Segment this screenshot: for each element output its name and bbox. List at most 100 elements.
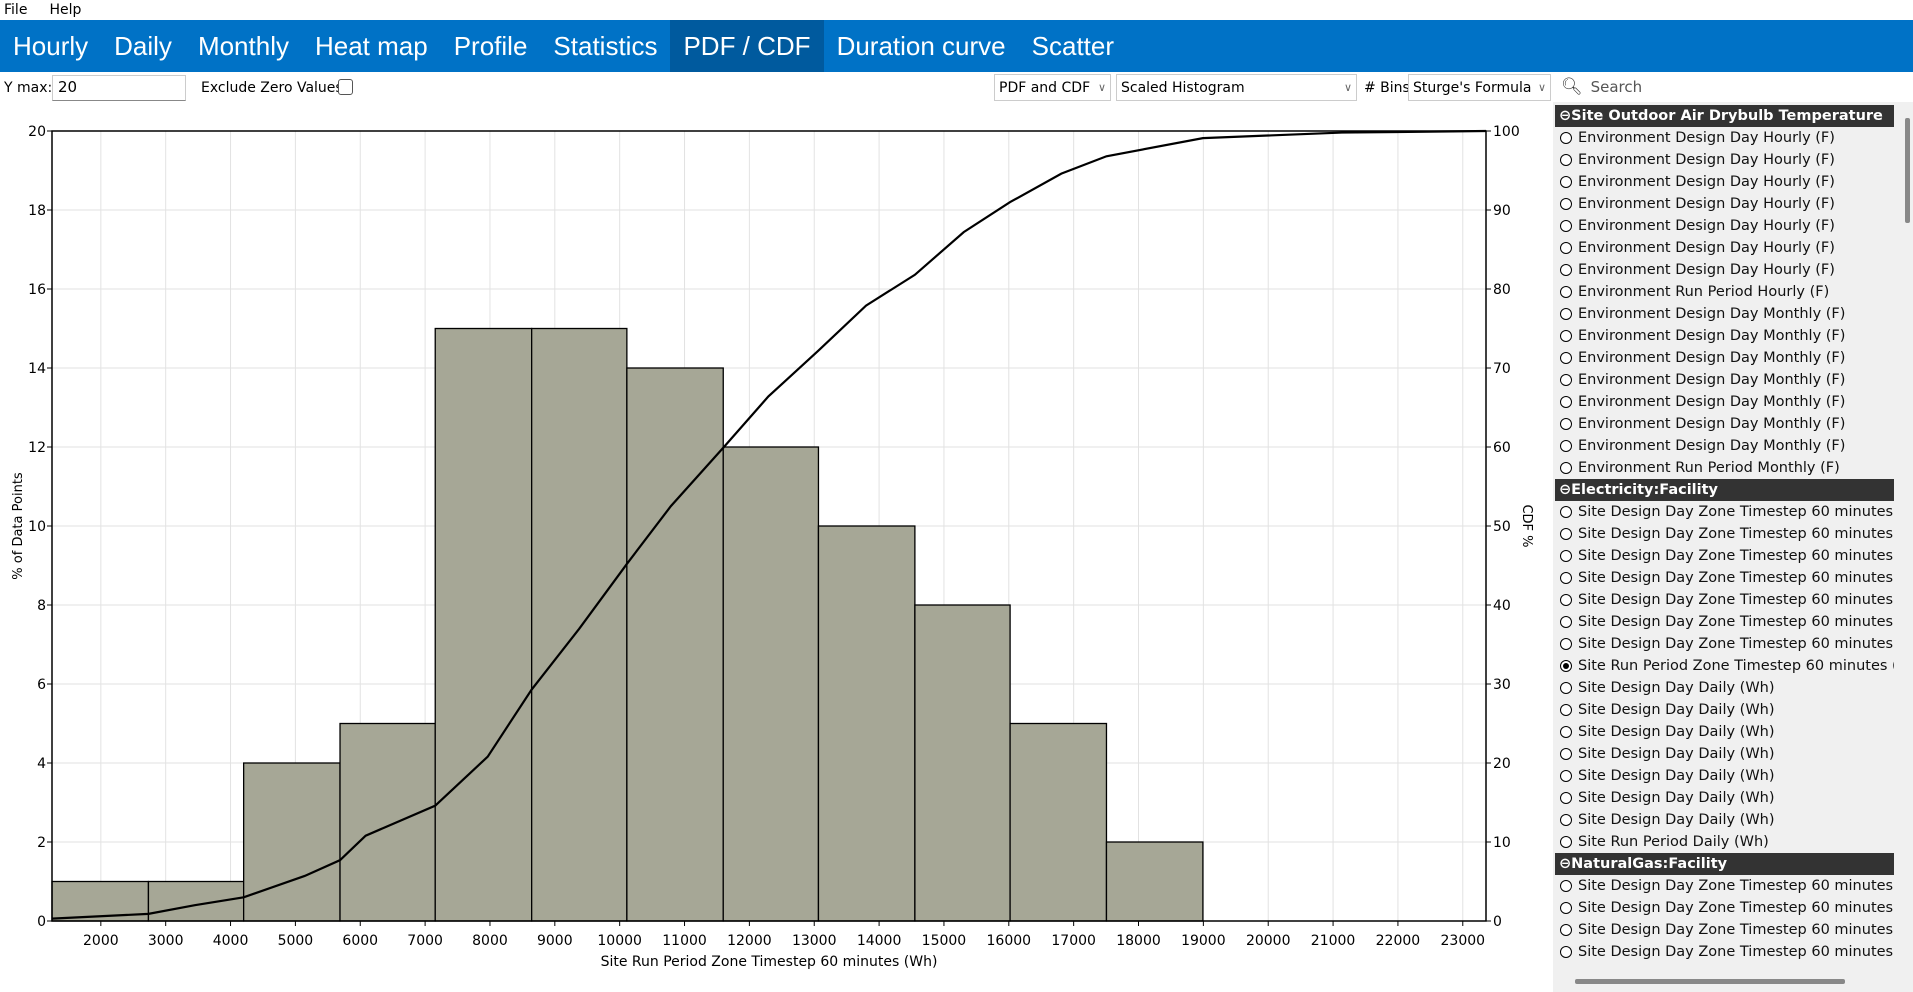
series-item[interactable]: Site Design Day Zone Timestep 60 minutes…	[1553, 919, 1894, 941]
y2-tick-label: 10	[1493, 835, 1511, 851]
series-item[interactable]: Site Design Day Zone Timestep 60 minutes…	[1553, 545, 1894, 567]
series-item[interactable]: Site Design Day Daily (Wh)	[1553, 787, 1894, 809]
radio-button[interactable]	[1560, 880, 1572, 892]
series-item[interactable]: Site Design Day Daily (Wh)	[1553, 743, 1894, 765]
search-input[interactable]: Search	[1591, 78, 1643, 96]
radio-button[interactable]	[1560, 242, 1572, 254]
radio-button[interactable]	[1560, 264, 1572, 276]
menu-help[interactable]: Help	[49, 2, 81, 18]
radio-button[interactable]	[1560, 176, 1572, 188]
series-item[interactable]: Environment Design Day Hourly (F)	[1553, 215, 1894, 237]
tab-pdf-cdf[interactable]: PDF / CDF	[670, 20, 824, 72]
series-item[interactable]: Site Design Day Zone Timestep 60 minutes…	[1553, 567, 1894, 589]
radio-button[interactable]	[1560, 660, 1572, 672]
series-item[interactable]: Site Design Day Zone Timestep 60 minutes…	[1553, 875, 1894, 897]
vertical-scrollbar[interactable]	[1905, 118, 1910, 223]
series-item[interactable]: Site Design Day Zone Timestep 60 minutes…	[1553, 941, 1894, 963]
series-item[interactable]: Environment Design Day Hourly (F)	[1553, 259, 1894, 281]
tab-statistics[interactable]: Statistics	[540, 20, 670, 72]
group-header[interactable]: ⊖NaturalGas:Facility	[1555, 853, 1894, 875]
tab-profile[interactable]: Profile	[441, 20, 541, 72]
series-item[interactable]: Site Design Day Daily (Wh)	[1553, 765, 1894, 787]
series-item[interactable]: Site Design Day Daily (Wh)	[1553, 809, 1894, 831]
series-item[interactable]: Site Design Day Zone Timestep 60 minutes…	[1553, 611, 1894, 633]
tab-monthly[interactable]: Monthly	[185, 20, 302, 72]
tab-daily[interactable]: Daily	[101, 20, 185, 72]
radio-button[interactable]	[1560, 792, 1572, 804]
mode-select[interactable]: PDF and CDF ∨	[994, 74, 1111, 101]
radio-button[interactable]	[1560, 308, 1572, 320]
tab-hourly[interactable]: Hourly	[0, 20, 101, 72]
tab-heat-map[interactable]: Heat map	[302, 20, 441, 72]
tab-scatter[interactable]: Scatter	[1019, 20, 1127, 72]
bins-select[interactable]: Sturge's Formula ∨	[1408, 74, 1551, 101]
radio-button[interactable]	[1560, 154, 1572, 166]
radio-button[interactable]	[1560, 638, 1572, 650]
series-item[interactable]: Site Design Day Zone Timestep 60 minutes…	[1553, 501, 1894, 523]
collapse-icon[interactable]: ⊖	[1559, 108, 1571, 124]
radio-button[interactable]	[1560, 704, 1572, 716]
histogram-bar	[1105, 841, 1204, 922]
series-item[interactable]: Environment Design Day Monthly (F)	[1553, 369, 1894, 391]
radio-button[interactable]	[1560, 594, 1572, 606]
radio-button[interactable]	[1560, 286, 1572, 298]
radio-button[interactable]	[1560, 462, 1572, 474]
radio-button[interactable]	[1560, 770, 1572, 782]
radio-button[interactable]	[1560, 396, 1572, 408]
series-item[interactable]: Environment Design Day Monthly (F)	[1553, 435, 1894, 457]
series-item[interactable]: Environment Design Day Hourly (F)	[1553, 171, 1894, 193]
series-item[interactable]: Site Design Day Zone Timestep 60 minutes…	[1553, 897, 1894, 919]
search-box[interactable]: 🔍︎ Search	[1553, 72, 1913, 102]
series-item[interactable]: Site Design Day Zone Timestep 60 minutes…	[1553, 523, 1894, 545]
radio-button[interactable]	[1560, 132, 1572, 144]
radio-button[interactable]	[1560, 330, 1572, 342]
radio-button[interactable]	[1560, 352, 1572, 364]
collapse-icon[interactable]: ⊖	[1559, 856, 1571, 872]
series-item[interactable]: Environment Design Day Monthly (F)	[1553, 303, 1894, 325]
series-item[interactable]: Site Design Day Daily (Wh)	[1553, 699, 1894, 721]
series-item[interactable]: Site Design Day Zone Timestep 60 minutes…	[1553, 589, 1894, 611]
series-item[interactable]: Environment Design Day Hourly (F)	[1553, 193, 1894, 215]
radio-button[interactable]	[1560, 220, 1572, 232]
series-item[interactable]: Site Run Period Daily (Wh)	[1553, 831, 1894, 853]
series-item[interactable]: Site Design Day Zone Timestep 60 minutes…	[1553, 633, 1894, 655]
collapse-icon[interactable]: ⊖	[1559, 482, 1571, 498]
radio-button[interactable]	[1560, 726, 1572, 738]
radio-button[interactable]	[1560, 418, 1572, 430]
series-item[interactable]: Environment Design Day Hourly (F)	[1553, 237, 1894, 259]
series-item[interactable]: Environment Design Day Monthly (F)	[1553, 347, 1894, 369]
radio-button[interactable]	[1560, 198, 1572, 210]
series-item[interactable]: Environment Run Period Hourly (F)	[1553, 281, 1894, 303]
radio-button[interactable]	[1560, 440, 1572, 452]
ymax-input[interactable]: 20	[52, 75, 186, 101]
radio-button[interactable]	[1560, 682, 1572, 694]
exclude-zero-checkbox[interactable]	[338, 79, 353, 95]
series-item[interactable]: Site Design Day Daily (Wh)	[1553, 721, 1894, 743]
radio-button[interactable]	[1560, 616, 1572, 628]
series-item[interactable]: Environment Design Day Monthly (F)	[1553, 325, 1894, 347]
radio-button[interactable]	[1560, 946, 1572, 958]
radio-button[interactable]	[1560, 814, 1572, 826]
radio-button[interactable]	[1560, 902, 1572, 914]
series-item[interactable]: Environment Run Period Monthly (F)	[1553, 457, 1894, 479]
radio-button[interactable]	[1560, 748, 1572, 760]
series-item[interactable]: Environment Design Day Hourly (F)	[1553, 127, 1894, 149]
radio-button[interactable]	[1560, 836, 1572, 848]
radio-button[interactable]	[1560, 506, 1572, 518]
series-item[interactable]: Environment Design Day Monthly (F)	[1553, 391, 1894, 413]
series-item[interactable]: Site Run Period Zone Timestep 60 minutes…	[1553, 655, 1894, 677]
series-item[interactable]: Site Design Day Daily (Wh)	[1553, 677, 1894, 699]
histogram-select[interactable]: Scaled Histogram ∨	[1116, 74, 1357, 101]
group-header[interactable]: ⊖Site Outdoor Air Drybulb Temperature	[1555, 105, 1894, 127]
group-header[interactable]: ⊖Electricity:Facility	[1555, 479, 1894, 501]
radio-button[interactable]	[1560, 924, 1572, 936]
radio-button[interactable]	[1560, 572, 1572, 584]
tab-duration-curve[interactable]: Duration curve	[824, 20, 1019, 72]
horizontal-scrollbar[interactable]	[1575, 979, 1845, 984]
radio-button[interactable]	[1560, 550, 1572, 562]
radio-button[interactable]	[1560, 374, 1572, 386]
series-item[interactable]: Environment Design Day Hourly (F)	[1553, 149, 1894, 171]
menu-file[interactable]: File	[4, 2, 27, 18]
series-item[interactable]: Environment Design Day Monthly (F)	[1553, 413, 1894, 435]
radio-button[interactable]	[1560, 528, 1572, 540]
